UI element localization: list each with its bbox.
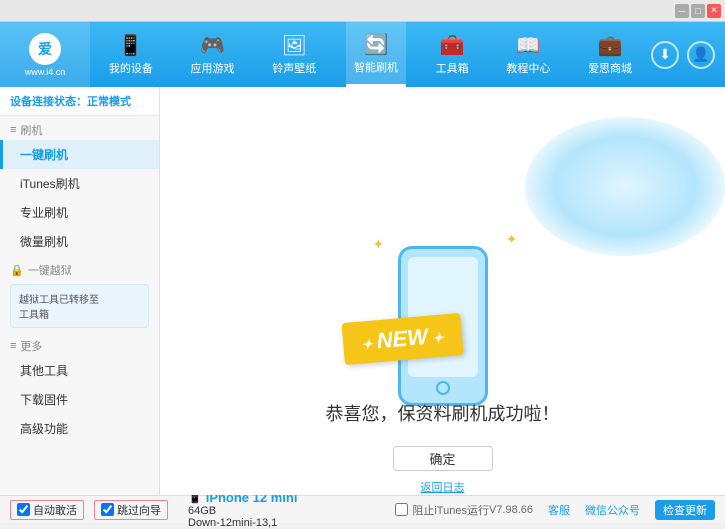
sidebar-item-download-firmware[interactable]: 下载固件 — [0, 385, 159, 414]
nav-items: 📱 我的设备 🎮 应用游戏 🖼 铃声壁纸 🔄 智能刷机 🧰 工具箱 📖 教程中心… — [90, 22, 651, 87]
back-to-log-link[interactable]: 返回日志 — [421, 479, 465, 495]
minimize-button[interactable]: ─ — [675, 4, 689, 18]
my-device-icon: 📱 — [118, 33, 143, 58]
check-update-button[interactable]: 检查更新 — [655, 500, 715, 520]
nav-apps-label: 应用游戏 — [191, 60, 235, 76]
more-section-icon: ≡ — [10, 340, 16, 352]
nav-store-label: 爱思商城 — [588, 60, 632, 76]
auto-flash-input[interactable] — [17, 503, 30, 516]
nav-right: ⬇ 👤 — [651, 41, 725, 69]
header: 爱 www.i4.cn 📱 我的设备 🎮 应用游戏 🖼 铃声壁纸 🔄 智能刷机 … — [0, 22, 725, 87]
jailbreak-section: 🔒 一键越狱 — [0, 256, 159, 280]
itunes-running-label: 阻止iTunes运行 — [412, 502, 489, 518]
nav-smart-flash-label: 智能刷机 — [354, 59, 398, 75]
bottom-bar: 自动敢活 跳过向导 📱 iPhone 12 mini 64GB Down-12m… — [0, 495, 725, 523]
logo-url: www.i4.cn — [25, 67, 66, 77]
status-value: 正常模式 — [87, 96, 131, 108]
maximize-button[interactable]: □ — [691, 4, 705, 18]
user-button[interactable]: 👤 — [687, 41, 715, 69]
nav-store[interactable]: 💼 爱思商城 — [580, 22, 640, 87]
auto-flash-label: 自动敢活 — [33, 502, 77, 518]
device-storage: 64GB — [188, 505, 297, 517]
logo-icon: 爱 — [29, 33, 61, 65]
sidebar-item-data-flash[interactable]: 微量刷机 — [0, 227, 159, 256]
nav-tutorial[interactable]: 📖 教程中心 — [498, 22, 558, 87]
flash-section: ≡ 刷机 — [0, 116, 159, 140]
more-section-label: 更多 — [20, 338, 42, 354]
sidebar-item-pro-flash[interactable]: 专业刷机 — [0, 198, 159, 227]
logo[interactable]: 爱 www.i4.cn — [0, 22, 90, 87]
skip-wizard-checkbox[interactable]: 跳过向导 — [94, 500, 168, 520]
sidebar-item-other-tools[interactable]: 其他工具 — [0, 356, 159, 385]
toolbox-icon: 🧰 — [440, 33, 465, 58]
flash-section-icon: ≡ — [10, 124, 16, 136]
device-info: 📱 iPhone 12 mini 64GB Down-12mini-13,1 — [188, 490, 297, 529]
sparkle-top-right: ✦ — [506, 231, 518, 248]
smart-flash-icon: 🔄 — [364, 32, 389, 57]
device-firmware: Down-12mini-13,1 — [188, 517, 297, 529]
titlebar: ─ □ ✕ — [0, 0, 725, 22]
store-icon: 💼 — [598, 33, 623, 58]
wallpaper-icon: 🖼 — [282, 33, 307, 58]
skip-wizard-label: 跳过向导 — [117, 502, 161, 518]
flash-section-label: 刷机 — [20, 122, 42, 138]
sidebar-item-itunes-flash[interactable]: iTunes刷机 — [0, 169, 159, 198]
itunes-checkbox[interactable] — [395, 503, 408, 516]
wechat-public-link[interactable]: 微信公众号 — [585, 502, 640, 518]
nav-apps[interactable]: 🎮 应用游戏 — [183, 22, 243, 87]
auto-flash-checkbox[interactable]: 自动敢活 — [10, 500, 84, 520]
nav-toolbox-label: 工具箱 — [436, 60, 469, 76]
itunes-running: 阻止iTunes运行 — [395, 502, 489, 518]
close-button[interactable]: ✕ — [707, 4, 721, 18]
skip-wizard-input[interactable] — [101, 503, 114, 516]
sparkle-top-left: ✦ — [373, 236, 385, 253]
phone-illustration: ✦ ✦ ✦ NEW — [353, 226, 533, 380]
download-button[interactable]: ⬇ — [651, 41, 679, 69]
jailbreak-section-label: 一键越狱 — [28, 262, 72, 278]
sidebar-item-one-click-flash[interactable]: 一键刷机 — [0, 140, 159, 169]
sidebar: 设备连接状态：正常模式 ≡ 刷机 一键刷机 iTunes刷机 专业刷机 微量刷机… — [0, 87, 160, 495]
nav-smart-flash[interactable]: 🔄 智能刷机 — [346, 22, 406, 87]
success-message: 恭喜您，保资料刷机成功啦！ — [326, 400, 560, 426]
status-label: 设备连接状态： — [10, 96, 87, 108]
version-label: V7.98.66 — [489, 504, 533, 516]
jailbreak-section-icon: 🔒 — [10, 264, 24, 277]
nav-wallpaper[interactable]: 🖼 铃声壁纸 — [264, 22, 324, 87]
tutorial-icon: 📖 — [516, 33, 541, 58]
nav-toolbox[interactable]: 🧰 工具箱 — [428, 22, 477, 87]
sidebar-item-advanced[interactable]: 高级功能 — [0, 414, 159, 443]
jailbreak-notice: 越狱工具已转移至 工具箱 — [10, 284, 149, 328]
nav-my-device[interactable]: 📱 我的设备 — [101, 22, 161, 87]
more-section: ≡ 更多 — [0, 332, 159, 356]
nav-my-device-label: 我的设备 — [109, 60, 153, 76]
content: ✦ ✦ ✦ NEW 恭喜您，保资料刷机成功啦！ 确定 返回日志 — [160, 87, 725, 495]
main: 设备连接状态：正常模式 ≡ 刷机 一键刷机 iTunes刷机 专业刷机 微量刷机… — [0, 87, 725, 495]
phone-home-button — [436, 381, 450, 395]
customer-service-link[interactable]: 客服 — [548, 502, 570, 518]
cloud-background — [525, 117, 725, 256]
bottom-left: 自动敢活 跳过向导 📱 iPhone 12 mini 64GB Down-12m… — [10, 490, 395, 529]
bottom-right: V7.98.66 客服 微信公众号 检查更新 — [489, 500, 715, 520]
apps-icon: 🎮 — [200, 33, 225, 58]
device-status: 设备连接状态：正常模式 — [0, 87, 159, 116]
nav-wallpaper-label: 铃声壁纸 — [272, 60, 316, 76]
confirm-button[interactable]: 确定 — [393, 446, 493, 471]
nav-tutorial-label: 教程中心 — [506, 60, 550, 76]
